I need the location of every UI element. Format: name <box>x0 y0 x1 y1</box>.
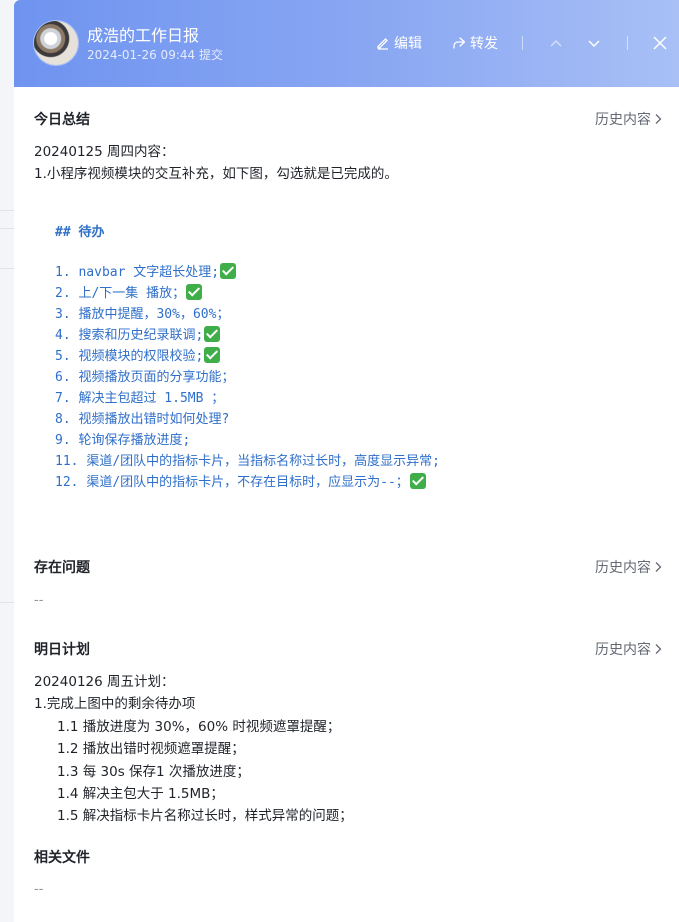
todo-list: 1. navbar 文字超长处理; 2. 上/下一集 播放； 3. 播放中提醒，30… <box>55 262 440 493</box>
todo-number: 7. <box>55 391 71 406</box>
report-title: 成浩的工作日报 <box>87 26 200 45</box>
background-window-edge <box>0 0 14 922</box>
todo-item: 5. 视频模块的权限校验; <box>55 346 440 367</box>
divider <box>0 228 14 229</box>
todo-text: 搜索和历史纪录联调; <box>78 328 204 343</box>
todo-number: 3. <box>55 307 71 322</box>
todo-number: 11. <box>55 454 79 469</box>
todo-number: 8. <box>55 412 71 427</box>
todo-text: 视频播放页面的分享功能； <box>78 370 235 385</box>
plan-history-link[interactable]: 历史内容 <box>595 639 662 659</box>
chevron-right-icon <box>655 644 662 654</box>
todo-item: 8. 视频播放出错时如何处理? <box>55 409 440 430</box>
avatar <box>34 21 78 65</box>
section-title-issues: 存在问题 <box>34 560 90 576</box>
todo-text: 解决主包超过 1.5MB ； <box>78 391 225 406</box>
edit-icon <box>377 38 388 50</box>
divider <box>0 268 14 269</box>
todo-item: 1. navbar 文字超长处理; <box>55 262 440 283</box>
next-report-button[interactable] <box>584 33 604 53</box>
todo-item: 12. 渠道/团队中的指标卡片，不存在目标时，应显示为--； <box>55 472 440 493</box>
plan-line: 1.完成上图中的剩余待办项 <box>34 696 196 712</box>
todo-number: 2. <box>55 286 71 301</box>
check-mark-icon <box>409 473 426 489</box>
history-label: 历史内容 <box>595 560 651 576</box>
divider <box>0 210 14 211</box>
todo-text: 视频模块的权限校验; <box>78 349 204 364</box>
todo-item: 9. 轮询保存播放进度; <box>55 430 440 451</box>
summary-line: 1.小程序视频模块的交互补充，如下图，勾选就是已完成的。 <box>34 166 398 182</box>
plan-line: 20240126 周五计划： <box>34 674 175 690</box>
submit-time: 2024-01-26 09:44 提交 <box>87 48 223 62</box>
history-label: 历史内容 <box>595 642 651 658</box>
edit-button[interactable]: 编辑 <box>376 33 422 53</box>
check-mark-icon <box>220 263 237 279</box>
check-mark-icon <box>186 284 203 300</box>
summary-line: 20240125 周四内容： <box>34 144 175 160</box>
todo-text: 渠道/团队中的指标卡片，当指标名称过长时，高度显示异常; <box>86 454 440 469</box>
chevron-right-icon <box>655 562 662 572</box>
todo-item: 6. 视频播放页面的分享功能； <box>55 367 440 388</box>
todo-number: 12. <box>55 475 79 490</box>
forward-button[interactable]: 转发 <box>452 33 498 53</box>
chevron-right-icon <box>655 114 662 124</box>
close-button[interactable] <box>650 33 670 53</box>
todo-number: 9. <box>55 433 71 448</box>
todo-item: 4. 搜索和历史纪录联调; <box>55 325 440 346</box>
todo-number: 5. <box>55 349 71 364</box>
check-mark-icon <box>204 347 221 363</box>
section-title-plan: 明日计划 <box>34 642 90 658</box>
section-title-summary: 今日总结 <box>34 112 90 128</box>
divider <box>522 36 523 50</box>
check-mark-icon <box>204 326 221 342</box>
todo-item: 2. 上/下一集 播放； <box>55 283 440 304</box>
report-header: 成浩的工作日报 2024-01-26 09:44 提交 编辑 转发 <box>14 0 679 87</box>
todo-text: navbar 文字超长处理; <box>78 265 220 280</box>
chevron-down-icon <box>588 40 600 48</box>
edit-label: 编辑 <box>394 36 422 52</box>
plan-item: 1.4 解决主包大于 1.5MB； <box>57 786 224 802</box>
todo-number: 6. <box>55 370 71 385</box>
close-icon <box>653 36 667 50</box>
todo-text: 视频播放出错时如何处理? <box>78 412 230 427</box>
forward-label: 转发 <box>470 36 498 52</box>
todo-heading: ## 待办 <box>55 225 105 240</box>
issues-value: -- <box>34 593 44 608</box>
divider <box>627 36 628 50</box>
todo-text: 渠道/团队中的指标卡片，不存在目标时，应显示为--； <box>86 475 409 490</box>
todo-number: 4. <box>55 328 71 343</box>
forward-icon <box>453 37 466 49</box>
divider <box>0 602 14 603</box>
section-title-files: 相关文件 <box>34 850 90 866</box>
todo-text: 上/下一集 播放； <box>78 286 186 301</box>
plan-item: 1.1 播放进度为 30%，60% 时视频遮罩提醒； <box>57 719 341 735</box>
previous-report-button[interactable] <box>546 33 566 53</box>
todo-item: 3. 播放中提醒，30%，60%； <box>55 304 440 325</box>
plan-item: 1.3 每 30s 保存1 次播放进度； <box>57 764 250 780</box>
todo-text: 播放中提醒，30%，60%； <box>78 307 230 322</box>
plan-item: 1.2 播放出错时视频遮罩提醒； <box>57 741 245 757</box>
todo-number: 1. <box>55 265 71 280</box>
todo-item: 11. 渠道/团队中的指标卡片，当指标名称过长时，高度显示异常; <box>55 451 440 472</box>
history-label: 历史内容 <box>595 112 651 128</box>
plan-item: 1.5 解决指标卡片名称过长时，样式异常的问题； <box>57 808 353 824</box>
files-value: -- <box>34 882 44 897</box>
issues-history-link[interactable]: 历史内容 <box>595 557 662 577</box>
todo-text: 轮询保存播放进度; <box>78 433 191 448</box>
chevron-up-icon <box>550 39 562 47</box>
todo-item: 7. 解决主包超过 1.5MB ； <box>55 388 440 409</box>
summary-history-link[interactable]: 历史内容 <box>595 109 662 129</box>
